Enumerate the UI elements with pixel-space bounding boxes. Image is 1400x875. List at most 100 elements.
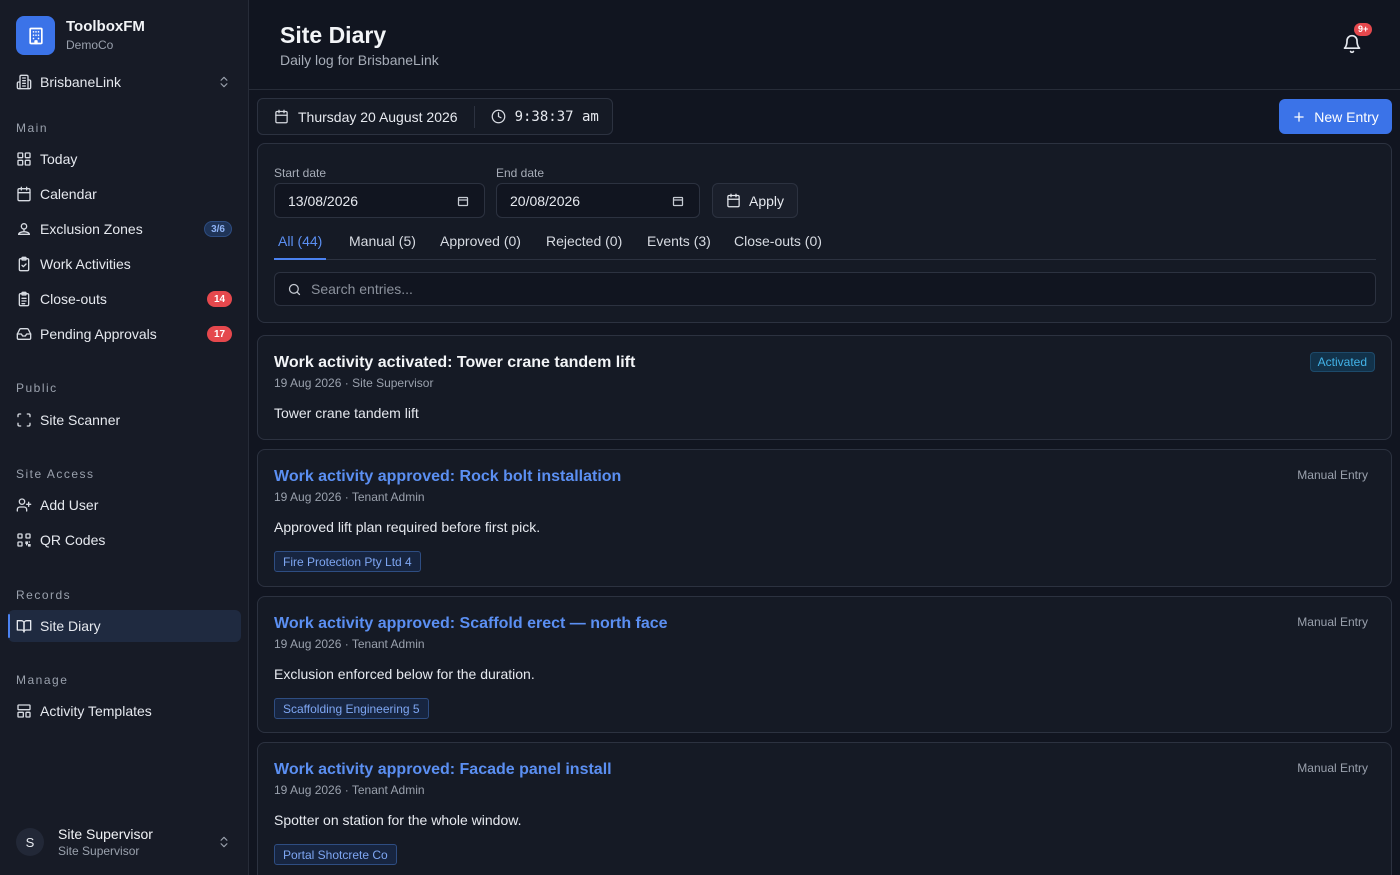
sidebar: ToolboxFM DemoCo BrisbaneLink Main Today… — [0, 0, 249, 875]
tab-approved[interactable]: Approved (0) — [436, 230, 525, 260]
entry-title: Work activity activated: Tower crane tan… — [274, 354, 636, 371]
sidebar-item-label: Calendar — [40, 186, 97, 202]
entry-type-label: Manual Entry — [1297, 761, 1368, 775]
page-title: Site Diary — [280, 22, 387, 48]
entry-title-link[interactable]: Work activity approved: Rock bolt instal… — [274, 468, 621, 486]
building-icon — [16, 16, 55, 55]
search-input[interactable] — [311, 281, 1311, 297]
entry-meta: 19 Aug 2026 · Tenant Admin — [274, 783, 425, 797]
filter-panel: Start date 13/08/2026 End date 20/08/202… — [257, 143, 1392, 323]
section-title-main: Main — [16, 121, 49, 135]
chevrons-up-down-icon — [217, 834, 231, 850]
end-date-field[interactable]: 20/08/2026 — [496, 183, 700, 218]
grid-icon — [16, 151, 32, 167]
bell-icon — [1342, 34, 1362, 54]
pending-approvals-badge: 17 — [207, 326, 232, 342]
entry-body: Tower crane tandem lift — [274, 405, 419, 421]
tab-events[interactable]: Events (3) — [643, 230, 715, 260]
sidebar-item-pending-approvals[interactable]: Pending Approvals 17 — [8, 318, 241, 350]
calendar-icon[interactable] — [457, 195, 469, 207]
current-date: Thursday 20 August 2026 — [298, 108, 458, 125]
company-chip[interactable]: Fire Protection Pty Ltd 4 — [274, 551, 421, 572]
clipboard-list-icon — [16, 291, 32, 307]
tab-manual[interactable]: Manual (5) — [345, 230, 420, 260]
start-date-label: Start date — [274, 166, 327, 180]
user-menu[interactable]: S Site Supervisor Site Supervisor — [8, 818, 241, 866]
sidebar-item-work-activities[interactable]: Work Activities — [8, 248, 241, 280]
sidebar-item-site-scanner[interactable]: Site Scanner — [8, 404, 241, 436]
sidebar-item-label: Exclusion Zones — [40, 221, 143, 237]
new-entry-button[interactable]: New Entry — [1279, 99, 1392, 134]
entry-meta: 19 Aug 2026 · Tenant Admin — [274, 637, 425, 651]
template-icon — [16, 703, 32, 719]
sidebar-item-exclusion-zones[interactable]: Exclusion Zones 3/6 — [8, 213, 241, 245]
entry-type-label: Manual Entry — [1297, 615, 1368, 629]
notifications-button[interactable] — [1342, 34, 1362, 54]
exclusion-zones-badge: 3/6 — [204, 221, 232, 237]
inbox-icon — [16, 326, 32, 342]
app-name: ToolboxFM — [66, 17, 145, 35]
company-chip[interactable]: Portal Shotcrete Co — [274, 844, 397, 865]
sidebar-item-close-outs[interactable]: Close-outs 14 — [8, 283, 241, 315]
sidebar-item-label: Activity Templates — [40, 703, 152, 719]
entry-type-tabs: All (44) Manual (5) Approved (0) Rejecte… — [274, 230, 1376, 260]
calendar-icon — [726, 193, 741, 208]
diary-entry[interactable]: Work activity activated: Tower crane tan… — [257, 335, 1392, 440]
entry-body: Spotter on station for the whole window. — [274, 812, 522, 828]
diary-entry[interactable]: Work activity approved: Rock bolt instal… — [257, 449, 1392, 587]
start-date-value: 13/08/2026 — [288, 192, 359, 209]
qr-icon — [16, 532, 32, 548]
sidebar-item-calendar[interactable]: Calendar — [8, 178, 241, 210]
plus-icon — [1292, 110, 1306, 124]
end-date-value: 20/08/2026 — [510, 192, 581, 209]
sidebar-item-site-diary[interactable]: Site Diary — [8, 610, 241, 642]
chevrons-up-down-icon — [217, 74, 231, 90]
current-time: 9:38:37 am — [514, 108, 599, 125]
search-icon — [287, 282, 302, 297]
diary-entry[interactable]: Work activity approved: Facade panel ins… — [257, 742, 1392, 875]
org-name: DemoCo — [66, 37, 114, 52]
sidebar-item-qr-codes[interactable]: QR Codes — [8, 524, 241, 556]
tab-close-outs[interactable]: Close-outs (0) — [730, 230, 826, 260]
section-title-records: Records — [16, 588, 72, 602]
company-chip[interactable]: Scaffolding Engineering 5 — [274, 698, 429, 719]
tab-rejected[interactable]: Rejected (0) — [542, 230, 626, 260]
apply-label: Apply — [749, 192, 785, 209]
user-role: Site Supervisor — [58, 844, 140, 858]
notification-badge: 9+ — [1354, 23, 1373, 36]
calendar-icon[interactable] — [672, 195, 684, 207]
brand[interactable]: ToolboxFM DemoCo — [16, 16, 145, 55]
clipboard-check-icon — [16, 256, 32, 272]
tab-all[interactable]: All (44) — [274, 230, 327, 260]
site-selector[interactable]: BrisbaneLink — [8, 66, 241, 98]
sidebar-item-label: QR Codes — [40, 532, 106, 548]
user-plus-icon — [16, 497, 32, 513]
new-entry-label: New Entry — [1314, 108, 1379, 125]
sidebar-item-label: Add User — [40, 497, 99, 513]
entry-title-link[interactable]: Work activity approved: Facade panel ins… — [274, 761, 612, 779]
avatar: S — [16, 828, 44, 856]
sidebar-item-label: Site Diary — [40, 618, 101, 634]
clock-icon — [491, 109, 506, 124]
sidebar-item-label: Pending Approvals — [40, 326, 157, 342]
diary-entry[interactable]: Work activity approved: Scaffold erect —… — [257, 596, 1392, 733]
site-selector-value: BrisbaneLink — [40, 74, 121, 90]
calendar-icon — [16, 186, 32, 202]
calendar-icon — [274, 109, 289, 124]
entry-title-link[interactable]: Work activity approved: Scaffold erect —… — [274, 615, 668, 633]
apply-button[interactable]: Apply — [712, 183, 798, 218]
entry-body: Exclusion enforced below for the duratio… — [274, 666, 535, 682]
start-date-field[interactable]: 13/08/2026 — [274, 183, 485, 218]
page-header: Site Diary Daily log for BrisbaneLink 9+ — [249, 0, 1400, 90]
entry-meta: 19 Aug 2026 · Site Supervisor — [274, 376, 434, 390]
sidebar-item-label: Work Activities — [40, 256, 131, 272]
sidebar-item-label: Today — [40, 151, 78, 167]
sidebar-item-today[interactable]: Today — [8, 143, 241, 175]
page-subtitle: Daily log for BrisbaneLink — [280, 52, 439, 68]
section-title-manage: Manage — [16, 673, 69, 687]
search-box — [274, 272, 1376, 306]
sidebar-item-activity-templates[interactable]: Activity Templates — [8, 695, 241, 727]
sidebar-item-add-user[interactable]: Add User — [8, 489, 241, 521]
entry-type-label: Manual Entry — [1297, 468, 1368, 482]
sidebar-item-label: Site Scanner — [40, 412, 121, 428]
